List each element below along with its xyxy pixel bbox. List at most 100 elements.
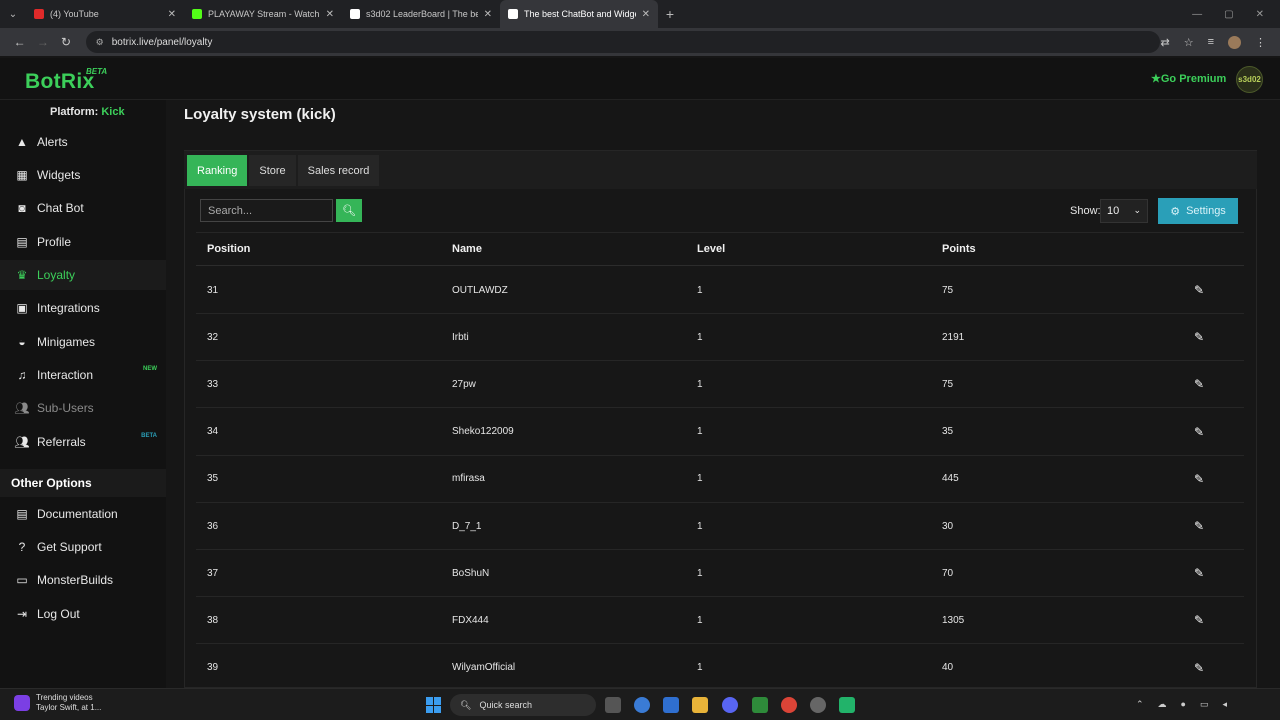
chevron-up-icon[interactable]: ⌃ <box>1136 699 1144 710</box>
search-button[interactable]: 🔍︎ <box>336 199 362 222</box>
browser-tab[interactable]: (4) YouTube ✕ <box>26 0 184 28</box>
store-icon[interactable] <box>663 697 679 713</box>
microphone-icon[interactable]: ● <box>1181 699 1186 710</box>
bookmark-star-icon[interactable]: ☆ <box>1184 36 1194 49</box>
sidebar-item-label: Integrations <box>37 301 100 315</box>
table-row: 34 Sheko122009 1 35 ✎ <box>196 409 1244 456</box>
browser-tab[interactable]: The best ChatBot and Widgets ✕ <box>500 0 658 28</box>
reload-icon[interactable]: ↻ <box>54 35 77 49</box>
windows-start-icon[interactable] <box>426 697 442 713</box>
translate-icon[interactable]: ⇄ <box>1160 36 1169 49</box>
cloud-icon[interactable]: ☁ <box>1158 699 1167 710</box>
cell-position: 33 <box>207 378 219 390</box>
sidebar-item-interaction[interactable]: ♫ Interaction NEW <box>0 360 166 390</box>
edit-pencil-icon[interactable]: ✎ <box>1194 409 1204 455</box>
sidebar-item-referrals[interactable]: 👥︎ Referrals BETA <box>0 427 166 457</box>
tab-close-icon[interactable]: ✕ <box>484 9 492 20</box>
close-window-icon[interactable]: ✕ <box>1256 9 1264 20</box>
cell-position: 35 <box>207 473 219 485</box>
sidebar-item-integrations[interactable]: ▣ Integrations <box>0 293 166 323</box>
xbox-icon[interactable] <box>752 697 768 713</box>
cell-position: 38 <box>207 614 219 626</box>
discord-icon[interactable] <box>722 697 738 713</box>
sidebar-item-widgets[interactable]: ▦ Widgets <box>0 160 166 190</box>
edit-pencil-icon[interactable]: ✎ <box>1194 550 1204 596</box>
go-premium-link[interactable]: ★Go Premium <box>1151 72 1226 85</box>
tab-store[interactable]: Store <box>249 155 296 186</box>
edit-pencil-icon[interactable]: ✎ <box>1194 645 1204 691</box>
cell-points: 75 <box>942 284 954 296</box>
forward-icon[interactable]: → <box>31 35 54 49</box>
volume-icon[interactable]: ◂ <box>1223 699 1228 710</box>
star-icon: ★ <box>1151 73 1161 85</box>
sidebar-item-label: Get Support <box>37 540 102 554</box>
network-icon[interactable]: ▭ <box>1200 699 1209 710</box>
sidebar-item-loyalty[interactable]: ♛ Loyalty <box>0 260 166 290</box>
file-explorer-icon[interactable] <box>692 697 708 713</box>
cell-level: 1 <box>697 331 703 343</box>
tab-close-icon[interactable]: ✕ <box>642 9 650 20</box>
search-input[interactable] <box>200 199 333 222</box>
tab-close-icon[interactable]: ✕ <box>326 9 334 20</box>
news-widget[interactable]: Trending videos Taylor Swift, at 1... <box>14 693 101 713</box>
minimize-icon[interactable]: — <box>1192 9 1202 20</box>
header-name[interactable]: Name <box>452 233 482 265</box>
edit-pencil-icon[interactable]: ✎ <box>1194 503 1204 549</box>
browser-tab[interactable]: s3d02 LeaderBoard | The best C ✕ <box>342 0 500 28</box>
browser-menu-icon[interactable]: ⋮ <box>1255 36 1266 49</box>
header-position[interactable]: Position <box>207 233 250 265</box>
sidebar-item-documentation[interactable]: ▤ Documentation <box>0 499 166 529</box>
tab-close-icon[interactable]: ✕ <box>168 9 176 20</box>
news-icon <box>14 695 30 711</box>
browser-tab[interactable]: PLAYAWAY Stream - Watch ✕ <box>184 0 342 28</box>
new-tab-button[interactable]: + <box>658 6 682 22</box>
profile-avatar[interactable] <box>1228 35 1241 49</box>
sidebar-item-monsterbuilds[interactable]: ▭ MonsterBuilds <box>0 565 166 595</box>
cell-position: 39 <box>207 662 219 674</box>
edit-pencil-icon[interactable]: ✎ <box>1194 314 1204 360</box>
cell-position: 32 <box>207 331 219 343</box>
tab-sales-record[interactable]: Sales record <box>297 155 380 186</box>
sidebar-item-label: Alerts <box>37 135 68 149</box>
site-info-icon[interactable]: ⚙ <box>96 37 104 48</box>
platform-indicator: Platform: Kick <box>50 106 125 118</box>
task-view-icon[interactable] <box>605 697 621 713</box>
header-points[interactable]: Points <box>942 233 976 265</box>
sidebar-item-sub-users[interactable]: 👥︎ Sub-Users <box>0 393 166 423</box>
header-level[interactable]: Level <box>697 233 725 265</box>
kick-app-icon[interactable] <box>839 697 855 713</box>
chrome-icon[interactable] <box>781 697 797 713</box>
robot-icon: ◙ <box>18 201 26 215</box>
edit-pencil-icon[interactable]: ✎ <box>1194 597 1204 643</box>
botrix-logo[interactable]: BotRix <box>25 70 94 94</box>
media-icon[interactable]: ≡ <box>1208 36 1214 48</box>
tab-search-icon[interactable]: ⌄ <box>0 0 26 28</box>
taskbar-search[interactable]: 🔍︎ Quick search <box>450 694 596 716</box>
sidebar-item-get-support[interactable]: ? Get Support <box>0 532 166 562</box>
sidebar-item-label: Widgets <box>37 168 81 182</box>
sidebar-item-profile[interactable]: ▤ Profile <box>0 227 166 257</box>
sidebar-item-label: MonsterBuilds <box>37 573 114 587</box>
copilot-icon[interactable] <box>634 697 650 713</box>
platform-value[interactable]: Kick <box>101 106 124 118</box>
sidebar-item-chat-bot[interactable]: ◙ Chat Bot <box>0 193 166 223</box>
sidebar-item-label: Documentation <box>37 507 118 521</box>
sidebar-item-minigames[interactable]: ◒ Minigames <box>0 327 166 357</box>
tab-ranking[interactable]: Ranking <box>187 155 248 186</box>
cell-position: 34 <box>207 426 219 438</box>
user-avatar[interactable]: s3d02 <box>1236 66 1263 93</box>
sidebar-item-alerts[interactable]: ▲ Alerts <box>0 127 166 157</box>
edit-pencil-icon[interactable]: ✎ <box>1194 456 1204 502</box>
edit-pencil-icon[interactable]: ✎ <box>1194 361 1204 407</box>
page-size-select[interactable]: 10 ⌄ <box>1100 199 1148 223</box>
clock[interactable] <box>1232 695 1262 715</box>
edit-pencil-icon[interactable]: ✎ <box>1194 267 1204 313</box>
back-icon[interactable]: ← <box>8 35 31 49</box>
sidebar-item-log-out[interactable]: ⇥ Log Out <box>0 599 166 629</box>
cell-name: WilyamOfficial <box>452 662 516 674</box>
url-field[interactable]: ⚙ botrix.live/panel/loyalty <box>85 31 1161 53</box>
settings-button[interactable]: ⚙ Settings <box>1158 198 1238 224</box>
app-icon[interactable] <box>810 697 826 713</box>
maximize-icon[interactable]: ▢ <box>1224 9 1233 20</box>
app-header: BotRix BETA <box>0 58 1280 100</box>
